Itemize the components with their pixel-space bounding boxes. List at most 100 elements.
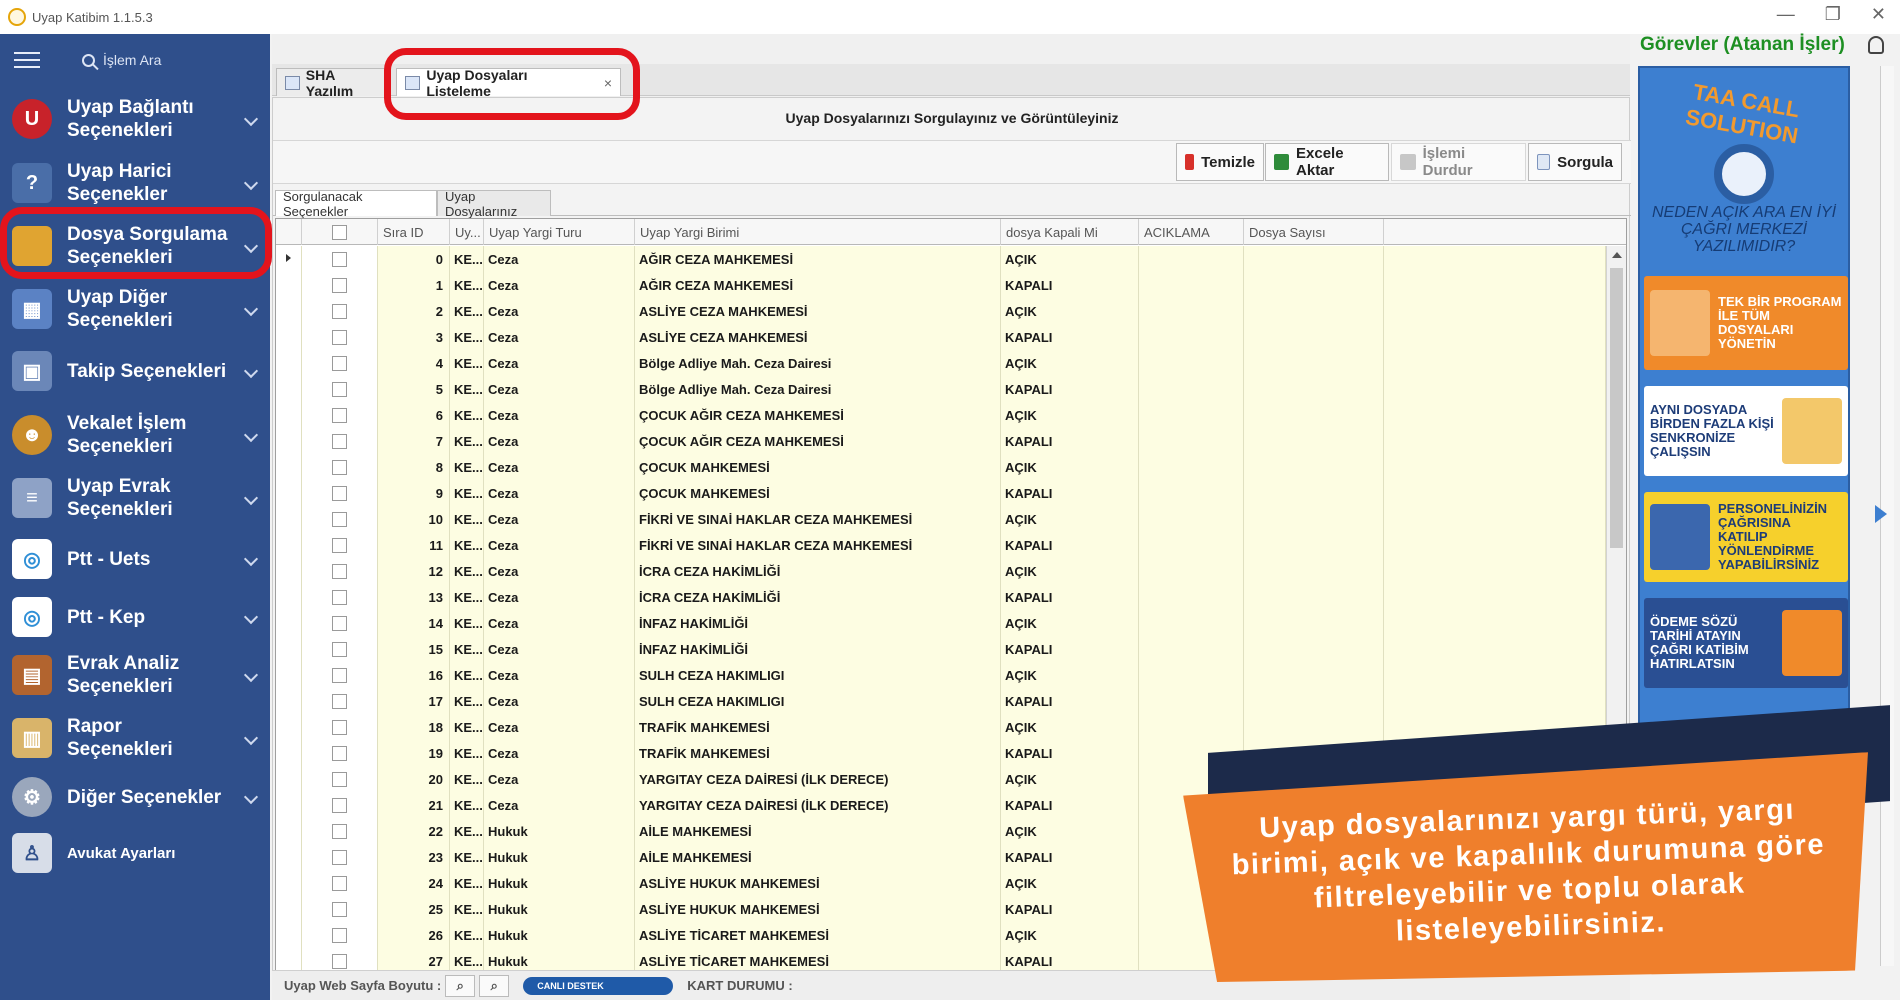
query-button[interactable]: Sorgula (1528, 143, 1622, 181)
column-header-uy[interactable]: Uy... (450, 219, 484, 245)
row-checkbox[interactable] (332, 537, 347, 553)
table-row[interactable]: 17 KE... Ceza SULH CEZA HAKIMLIGI KAPALI (276, 688, 1606, 714)
table-row[interactable]: 11 KE... Ceza FİKRİ VE SINAİ HAKLAR CEZA MA… (276, 532, 1606, 558)
header-select-all[interactable] (302, 219, 378, 245)
table-row[interactable]: 13 KE... Ceza İCRA CEZA HAKİMLİĞİ KAPALI (276, 584, 1606, 610)
sidebar-item-evrak-analiz[interactable]: ▤ Evrak Analiz Seçenekleri (0, 648, 270, 702)
sidebar-item-uyap-evrak[interactable]: ≡ Uyap Evrak Seçenekleri (0, 471, 270, 525)
ptt-icon: ◎ (12, 539, 52, 579)
table-row[interactable]: 16 KE... Ceza SULH CEZA HAKIMLIGI AÇIK (276, 662, 1606, 688)
table-row[interactable]: 4 KE... Ceza Bölge Adliye Mah. Ceza Dairesi… (276, 350, 1606, 376)
minimize-button[interactable]: — (1777, 4, 1795, 25)
zoom-out-button[interactable]: ⌕ (479, 974, 510, 997)
sidebar-item-vekalet[interactable]: ☻ Vekalet İşlem Seçenekleri (0, 408, 270, 462)
sidebar-item-rapor[interactable]: ▥ Rapor Seçenekleri (0, 711, 270, 765)
column-header-yargi-birimi[interactable]: Uyap Yargi Birimi (635, 219, 1001, 245)
table-row[interactable]: 9 KE... Ceza ÇOCUK MAHKEMESİ KAPALI (276, 480, 1606, 506)
sidebar-item-takip[interactable]: ▣ Takip Seçenekleri (0, 348, 270, 394)
table-row[interactable]: 15 KE... Ceza İNFAZ HAKİMLİĞİ KAPALI (276, 636, 1606, 662)
sidebar-item-uyap-harici[interactable]: ? Uyap Harici Seçenekler (0, 156, 270, 210)
row-checkbox[interactable] (332, 719, 347, 735)
subtab-uyap-dosyalariniz[interactable]: Uyap Dosyalarınız (437, 189, 551, 219)
row-checkbox[interactable] (332, 615, 347, 631)
row-checkbox[interactable] (332, 927, 347, 943)
row-checkbox[interactable] (332, 745, 347, 761)
sidebar-item-ptt-kep[interactable]: ◎ Ptt - Kep (0, 594, 270, 640)
table-cell-empty (1244, 402, 1384, 428)
column-header-sira-id[interactable]: Sıra ID (378, 219, 450, 245)
row-checkbox[interactable] (332, 563, 347, 579)
tasks-title[interactable]: Görevler (Atanan İşler) (1640, 34, 1845, 56)
hamburger-icon[interactable] (14, 52, 40, 68)
ad-banner[interactable]: TAA CALL SOLUTION NEDEN AÇIK ARA EN İYİ … (1638, 66, 1850, 726)
table-cell-empty (1244, 688, 1384, 714)
select-all-checkbox[interactable] (332, 224, 347, 240)
table-cell: Ceza (484, 662, 635, 688)
sidebar-item-uyap-diger[interactable]: ▦ Uyap Diğer Seçenekleri (0, 282, 270, 336)
row-checkbox[interactable] (332, 797, 347, 813)
row-checkbox[interactable] (332, 901, 347, 917)
row-checkbox[interactable] (332, 771, 347, 787)
row-indicator-cell (276, 506, 302, 532)
sidebar-item-uyap-baglanti[interactable]: U Uyap Bağlantı Seçenekleri (0, 92, 270, 146)
table-row[interactable]: 2 KE... Ceza ASLİYE CEZA MAHKEMESİ AÇIK (276, 298, 1606, 324)
restore-button[interactable]: ❐ (1825, 4, 1841, 25)
arrow-right-icon[interactable] (1875, 505, 1887, 523)
column-header-kapali-mi[interactable]: dosya Kapali Mi (1001, 219, 1139, 245)
tab-sha-yazilim[interactable]: SHA Yazılım (276, 67, 388, 99)
table-row[interactable]: 6 KE... Ceza ÇOCUK AĞIR CEZA MAHKEMESİ AÇIK (276, 402, 1606, 428)
row-checkbox[interactable] (332, 849, 347, 865)
table-cell-empty (1139, 636, 1244, 662)
scroll-up-icon[interactable] (1612, 252, 1622, 258)
sidebar-item-diger[interactable]: ⚙ Diğer Seçenekler (0, 774, 270, 820)
row-checkbox[interactable] (332, 823, 347, 839)
row-checkbox[interactable] (332, 355, 347, 371)
stop-button[interactable]: İşlemi Durdur (1391, 143, 1526, 181)
row-checkbox[interactable] (332, 667, 347, 683)
table-row[interactable]: 7 KE... Ceza ÇOCUK AĞIR CEZA MAHKEMESİ KAPAL… (276, 428, 1606, 454)
live-support-button[interactable]: CANLI DESTEK (523, 976, 674, 995)
bell-icon[interactable] (1868, 36, 1884, 54)
row-checkbox[interactable] (332, 641, 347, 657)
table-row[interactable]: 0 KE... Ceza AĞIR CEZA MAHKEMESİ AÇIK (276, 246, 1606, 272)
row-checkbox[interactable] (332, 277, 347, 293)
row-checkbox[interactable] (332, 589, 347, 605)
clear-button[interactable]: Temizle (1176, 143, 1264, 181)
row-checkbox[interactable] (332, 693, 347, 709)
export-excel-button[interactable]: Excele Aktar (1265, 143, 1389, 181)
row-checkbox[interactable] (332, 953, 347, 969)
row-checkbox[interactable] (332, 381, 347, 397)
table-cell: KE... (450, 870, 484, 896)
table-cell: AÇIK (1001, 454, 1139, 480)
scroll-thumb[interactable] (1610, 268, 1623, 548)
row-checkbox[interactable] (332, 875, 347, 891)
row-checkbox[interactable] (332, 303, 347, 319)
row-checkbox[interactable] (332, 485, 347, 501)
table-row[interactable]: 14 KE... Ceza İNFAZ HAKİMLİĞİ AÇIK (276, 610, 1606, 636)
column-header-yargi-turu[interactable]: Uyap Yargi Turu (484, 219, 635, 245)
table-cell: 6 (378, 402, 450, 428)
row-checkbox[interactable] (332, 459, 347, 475)
sidebar-item-avukat-ayarlari[interactable]: ♙ Avukat Ayarları (0, 830, 270, 876)
sidebar-search[interactable]: İşlem Ara (82, 52, 161, 68)
illustration-icon (1650, 504, 1710, 570)
column-header-aciklama[interactable]: ACIKLAMA (1139, 219, 1244, 245)
row-checkbox[interactable] (332, 511, 347, 527)
row-checkbox[interactable] (332, 251, 347, 267)
row-checkbox[interactable] (332, 433, 347, 449)
table-row[interactable]: 10 KE... Ceza FİKRİ VE SINAİ HAKLAR CEZA MA… (276, 506, 1606, 532)
column-header-dosya-sayisi[interactable]: Dosya Sayısı (1244, 219, 1384, 245)
table-row[interactable]: 3 KE... Ceza ASLİYE CEZA MAHKEMESİ KAPALI (276, 324, 1606, 350)
sidebar-item-ptt-uets[interactable]: ◎ Ptt - Uets (0, 536, 270, 582)
table-row[interactable]: 8 KE... Ceza ÇOCUK MAHKEMESİ AÇIK (276, 454, 1606, 480)
subtab-sorgulanacak-secenekler[interactable]: Sorgulanacak Seçenekler (275, 189, 437, 219)
table-row[interactable]: 18 KE... Ceza TRAFİK MAHKEMESİ AÇIK (276, 714, 1606, 740)
row-checkbox[interactable] (332, 329, 347, 345)
table-row[interactable]: 12 KE... Ceza İCRA CEZA HAKİMLİĞİ AÇIK (276, 558, 1606, 584)
table-row[interactable]: 5 KE... Ceza Bölge Adliye Mah. Ceza Dairesi… (276, 376, 1606, 402)
row-checkbox-cell (302, 376, 378, 402)
close-button[interactable]: ✕ (1871, 4, 1886, 25)
table-row[interactable]: 1 KE... Ceza AĞIR CEZA MAHKEMESİ KAPALI (276, 272, 1606, 298)
row-checkbox[interactable] (332, 407, 347, 423)
zoom-in-button[interactable]: ⌕ (445, 974, 476, 997)
